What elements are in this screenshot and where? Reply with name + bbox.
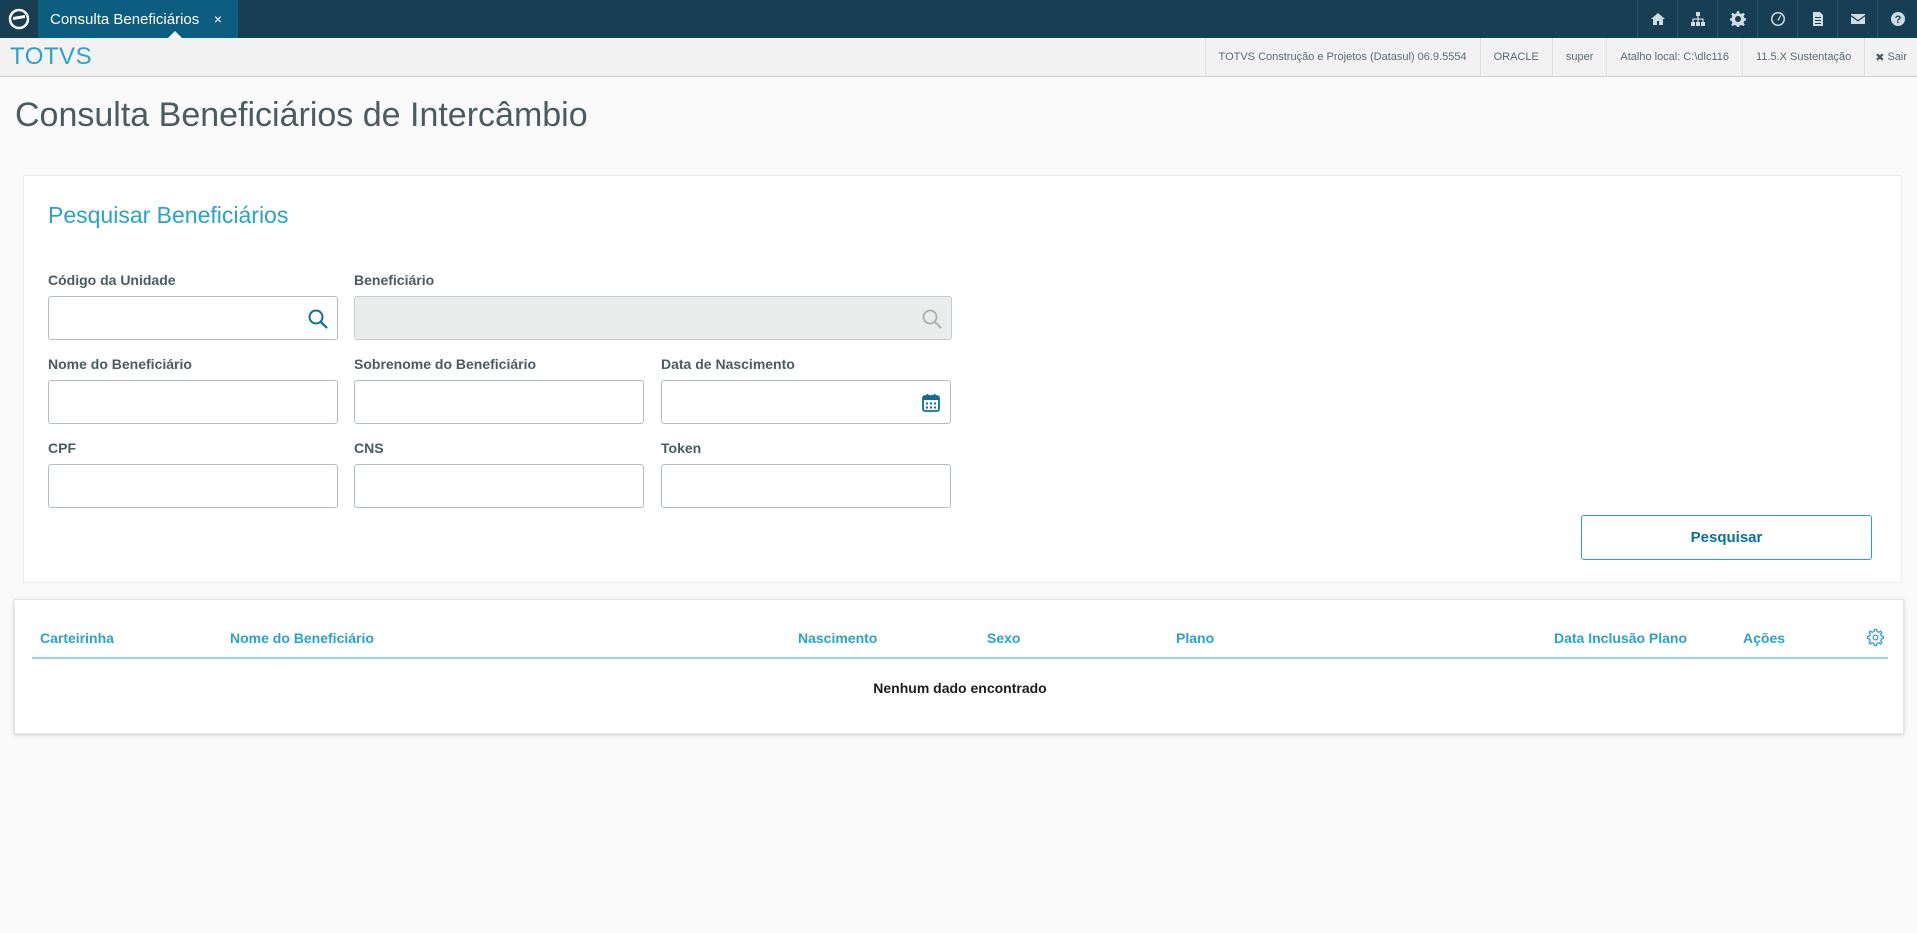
help-icon: ?	[1890, 12, 1905, 26]
nascimento-field: Data de Nascimento	[661, 348, 951, 424]
menu-logo-button[interactable]	[0, 0, 38, 38]
sitemap-icon	[1690, 12, 1705, 26]
search-panel-title: Pesquisar Beneficiários	[48, 202, 289, 228]
documents-button[interactable]	[1797, 0, 1837, 38]
column-settings-icon[interactable]	[1867, 629, 1884, 646]
close-icon: ✖	[1875, 51, 1885, 64]
token-label: Token	[661, 440, 702, 456]
pesquisar-button[interactable]: Pesquisar	[1581, 515, 1872, 560]
tab-label: Consulta Beneficiários	[50, 10, 200, 28]
column-sexo[interactable]: Sexo	[987, 630, 1020, 646]
table-header: Carteirinha Nome do Beneficiário Nascime…	[32, 617, 1888, 659]
speedometer-icon	[1770, 12, 1785, 26]
info-shortcut: Atalho local: C:\dlc116	[1606, 37, 1742, 77]
nome-input[interactable]	[48, 380, 338, 424]
cpf-input[interactable]	[48, 464, 338, 508]
beneficiario-input[interactable]	[354, 296, 952, 340]
info-bar: TOTVS TOTVS Construção e Projetos (Datas…	[0, 37, 1917, 77]
calendar-icon[interactable]	[920, 392, 942, 414]
codigo-unidade-field: Código da Unidade	[48, 264, 338, 340]
nome-field: Nome do Beneficiário	[48, 348, 338, 424]
cns-label: CNS	[354, 440, 384, 456]
column-acoes: Ações	[1743, 630, 1786, 646]
help-button[interactable]: ?	[1877, 0, 1917, 38]
column-nascimento[interactable]: Nascimento	[798, 630, 877, 646]
column-carteirinha[interactable]: Carteirinha	[40, 630, 114, 646]
mail-icon	[1850, 14, 1865, 24]
column-plano[interactable]: Plano	[1176, 630, 1214, 646]
brand-title: TOTVS	[10, 43, 93, 70]
empty-message: Nenhum dado encontrado	[873, 680, 1047, 696]
settings-button[interactable]	[1717, 0, 1757, 38]
cpf-label: CPF	[48, 440, 76, 456]
nome-label: Nome do Beneficiário	[48, 356, 192, 372]
sobrenome-label: Sobrenome do Beneficiário	[354, 356, 537, 372]
beneficiario-label: Beneficiário	[354, 272, 435, 288]
info-database: ORACLE	[1479, 37, 1552, 77]
home-icon	[1650, 13, 1665, 25]
cns-input[interactable]	[354, 464, 644, 508]
beneficiario-field: Beneficiário	[354, 264, 952, 340]
codigo-unidade-label: Código da Unidade	[48, 272, 176, 288]
document-icon	[1812, 12, 1823, 26]
info-version: 11.5.X Sustentação	[1742, 37, 1864, 77]
column-nome-beneficiario[interactable]: Nome do Beneficiário	[230, 630, 374, 646]
page-title: Consulta Beneficiários de Intercâmbio	[15, 96, 588, 134]
cpf-field: CPF	[48, 432, 338, 508]
exit-button[interactable]: ✖ Sair	[1864, 37, 1917, 77]
token-field: Token	[661, 432, 951, 508]
codigo-unidade-input[interactable]	[48, 296, 338, 340]
sobrenome-field: Sobrenome do Beneficiário	[354, 348, 644, 424]
tab-close-icon[interactable]: ×	[214, 11, 222, 27]
messages-button[interactable]	[1837, 0, 1877, 38]
results-panel: Carteirinha Nome do Beneficiário Nascime…	[14, 599, 1904, 734]
column-data-inclusao-plano[interactable]: Data Inclusão Plano	[1554, 630, 1687, 646]
sobrenome-input[interactable]	[354, 380, 644, 424]
performance-button[interactable]	[1757, 0, 1797, 38]
token-input[interactable]	[661, 464, 951, 508]
totvs-logo-icon	[8, 8, 30, 30]
nascimento-input[interactable]	[661, 380, 951, 424]
home-button[interactable]	[1637, 0, 1677, 38]
cns-field: CNS	[354, 432, 644, 508]
tab-consulta-beneficiarios[interactable]: Consulta Beneficiários ×	[38, 0, 238, 38]
exit-label: Sair	[1887, 51, 1907, 63]
sitemap-button[interactable]	[1677, 0, 1717, 38]
search-icon[interactable]	[307, 308, 329, 330]
svg-text:?: ?	[1894, 14, 1901, 26]
info-product: TOTVS Construção e Projetos (Datasul) 06…	[1204, 37, 1480, 77]
top-bar: Consulta Beneficiários × ?	[0, 0, 1917, 38]
search-panel: Pesquisar Beneficiários Código da Unidad…	[23, 175, 1902, 583]
search-icon	[922, 309, 942, 329]
gear-icon	[1729, 11, 1746, 27]
results-table: Carteirinha Nome do Beneficiário Nascime…	[32, 617, 1888, 717]
info-user: super	[1551, 37, 1607, 77]
nascimento-label: Data de Nascimento	[661, 356, 795, 372]
